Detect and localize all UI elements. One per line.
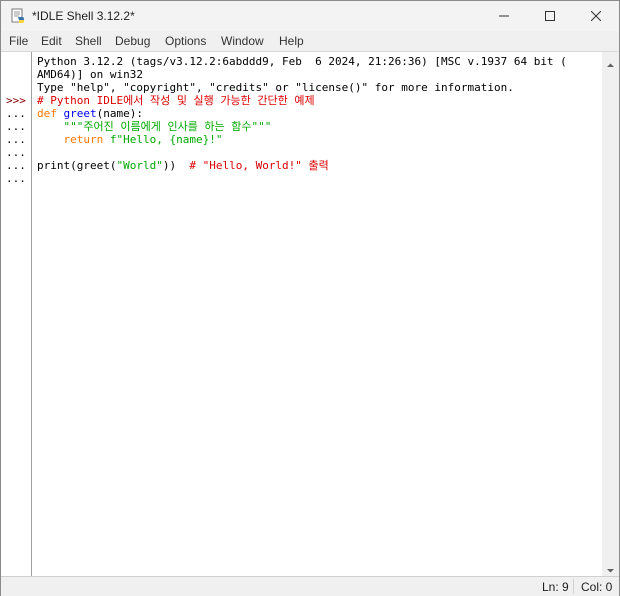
menu-options[interactable]: Options: [165, 34, 206, 48]
keyword-def: def: [37, 107, 57, 120]
banner-line: AMD64)] on win32: [37, 68, 143, 81]
print-arg: "World": [116, 159, 163, 172]
prompt-continuation: ...: [6, 172, 26, 185]
prompt-continuation: ...: [6, 107, 26, 120]
minimize-icon: [499, 11, 509, 21]
banner-line: Python 3.12.2 (tags/v3.12.2:6abddd9, Feb…: [37, 55, 567, 68]
function-name: greet: [63, 107, 97, 120]
idle-shell-window: *IDLE Shell 3.12.2* File Edit Shell Debu…: [0, 0, 620, 596]
banner-line: Type "help", "copyright", "credits" or "…: [37, 81, 514, 94]
vertical-scrollbar[interactable]: [602, 52, 619, 576]
prompt-continuation: ...: [6, 159, 26, 172]
menu-shell[interactable]: Shell: [75, 34, 102, 48]
print-close: )): [162, 159, 190, 172]
prompt-continuation: ...: [6, 120, 26, 133]
menu-bar: File Edit Shell Debug Options Window Hel…: [1, 31, 619, 51]
menu-file[interactable]: File: [9, 34, 28, 48]
prompt-primary: >>>: [6, 94, 26, 107]
maximize-button[interactable]: [527, 1, 573, 31]
docstring: """주어진 이름에게 인사를 하는 함수""": [63, 120, 272, 133]
menu-edit[interactable]: Edit: [41, 34, 62, 48]
window-title: *IDLE Shell 3.12.2*: [32, 9, 135, 23]
menu-help[interactable]: Help: [279, 34, 304, 48]
print-comment: # "Hello, World!" 출력: [189, 159, 329, 172]
print-call: print(greet(: [37, 159, 117, 172]
status-column-number: Col: 0: [581, 580, 613, 594]
minimize-button[interactable]: [481, 1, 527, 31]
fstring: f"Hello, {name}!": [103, 133, 223, 146]
code-return-line: return f"Hello, {name}!": [37, 133, 223, 146]
close-icon: [591, 11, 601, 21]
title-bar[interactable]: *IDLE Shell 3.12.2*: [1, 1, 619, 31]
close-button[interactable]: [573, 1, 619, 31]
function-params: (name):: [96, 107, 143, 120]
keyword-return: return: [63, 133, 104, 146]
code-comment-line: # Python IDLE에서 작성 및 실행 가능한 간단한 예제: [37, 94, 315, 107]
scroll-down-arrow-icon[interactable]: [606, 562, 615, 573]
idle-app-icon: [10, 8, 26, 24]
code-def-line: def greet(name):: [37, 107, 143, 120]
code-docstring-line: """주어진 이름에게 인사를 하는 함수""": [37, 120, 272, 133]
shell-text-area[interactable]: Python 3.12.2 (tags/v3.12.2:6abddd9, Feb…: [32, 52, 602, 576]
prompt-gutter: >>> ... ... ... ... ... ...: [1, 52, 32, 576]
code-print-line: print(greet("World")) # "Hello, World!" …: [37, 159, 329, 172]
menu-window[interactable]: Window: [221, 34, 264, 48]
status-line-number: Ln: 9: [542, 580, 569, 594]
status-bar: Ln: 9 Col: 0: [1, 576, 619, 596]
prompt-continuation: ...: [6, 133, 26, 146]
prompt-continuation: ...: [6, 146, 26, 159]
shell-editor-frame: >>> ... ... ... ... ... ... Python 3.12.…: [1, 51, 619, 577]
maximize-icon: [545, 11, 555, 21]
menu-debug[interactable]: Debug: [115, 34, 150, 48]
scroll-up-arrow-icon[interactable]: [606, 57, 615, 67]
status-divider: [573, 579, 574, 594]
